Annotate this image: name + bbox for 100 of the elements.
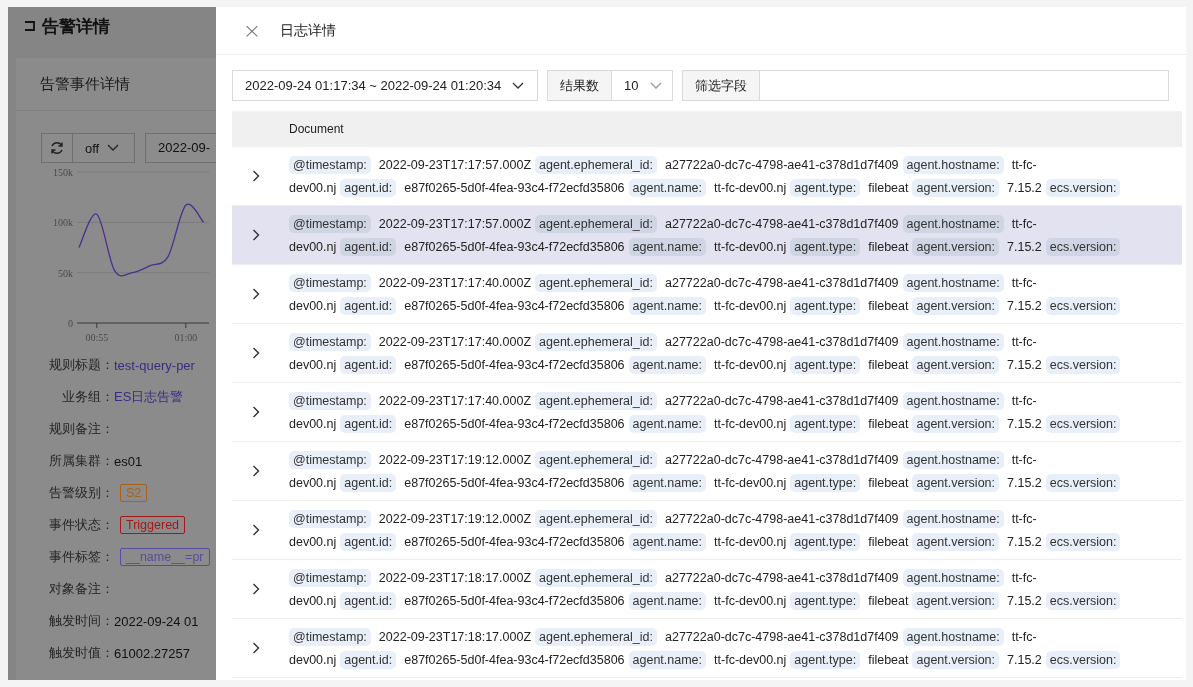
field-value: tt-fc- bbox=[1011, 275, 1037, 290]
field-key: agent.version: bbox=[912, 591, 999, 610]
detail-label: 告警级别： bbox=[48, 484, 114, 502]
result-count-label: 结果数 bbox=[547, 70, 612, 101]
field-key: agent.type: bbox=[790, 237, 861, 256]
field-key: ecs.version: bbox=[1045, 650, 1121, 669]
detail-label: 事件标签： bbox=[48, 548, 114, 566]
expand-icon[interactable] bbox=[252, 229, 260, 241]
field-key: ecs.version: bbox=[1045, 237, 1121, 256]
field-key: agent.version: bbox=[912, 237, 999, 256]
field-key: agent.name: bbox=[628, 532, 707, 551]
field-value: filebeat bbox=[868, 652, 909, 667]
expand-icon[interactable] bbox=[252, 406, 260, 418]
detail-label: 所属集群： bbox=[48, 452, 114, 470]
field-key: agent.hostname: bbox=[902, 450, 1004, 469]
detail-link[interactable]: ES日志告警 bbox=[114, 388, 184, 406]
date-field[interactable]: 2022-09- bbox=[145, 133, 216, 163]
field-key: @timestamp: bbox=[289, 391, 371, 410]
refresh-select[interactable]: off bbox=[73, 133, 135, 163]
axis-label: 50k bbox=[58, 267, 73, 279]
field-key: agent.name: bbox=[628, 591, 707, 610]
field-key: agent.hostname: bbox=[902, 155, 1004, 174]
field-key: agent.id: bbox=[340, 591, 397, 610]
field-key: agent.ephemeral_id: bbox=[535, 568, 657, 587]
field-value: tt-fc- bbox=[1011, 393, 1037, 408]
detail-link[interactable]: test-query-per bbox=[114, 357, 195, 373]
field-value: tt-fc-dev00.nj bbox=[714, 416, 787, 431]
field-value: tt-fc-dev00.nj bbox=[714, 298, 787, 313]
field-key: agent.hostname: bbox=[902, 568, 1004, 587]
time-range-field[interactable]: 2022-09-24 01:17:34 ~ 2022-09-24 01:20:34 bbox=[232, 70, 538, 101]
field-key: agent.type: bbox=[790, 650, 861, 669]
field-key: agent.version: bbox=[912, 178, 999, 197]
field-key: ecs.version: bbox=[1045, 355, 1121, 374]
axis-label: 100k bbox=[53, 217, 73, 229]
expand-icon[interactable] bbox=[252, 170, 260, 182]
expand-icon[interactable] bbox=[252, 288, 260, 300]
field-key: agent.version: bbox=[912, 473, 999, 492]
field-value: tt-fc-dev00.nj bbox=[714, 239, 787, 254]
field-value: dev00.nj bbox=[289, 239, 337, 254]
field-value: e87f0265-5d0f-4fea-93c4-f72ecfd35806 bbox=[404, 652, 625, 667]
back-icon[interactable] bbox=[24, 20, 36, 32]
field-key: agent.ephemeral_id: bbox=[535, 627, 657, 646]
field-value: tt-fc-dev00.nj bbox=[714, 357, 787, 372]
axis-label: 01:00 bbox=[174, 332, 198, 343]
detail-label: 业务组： bbox=[61, 388, 114, 406]
field-key: agent.hostname: bbox=[902, 273, 1004, 292]
field-value: tt-fc- bbox=[1011, 511, 1037, 526]
field-value: filebeat bbox=[868, 180, 909, 195]
result-count-select[interactable]: 10 bbox=[612, 70, 673, 101]
filter-field-input[interactable] bbox=[760, 70, 1169, 101]
field-key: agent.type: bbox=[790, 355, 861, 374]
detail-label: 事件状态： bbox=[48, 516, 114, 534]
field-value: a27722a0-dc7c-4798-ae41-c378d1d7f409 bbox=[665, 275, 899, 290]
expand-icon[interactable] bbox=[252, 524, 260, 536]
field-key: agent.type: bbox=[790, 591, 861, 610]
refresh-button[interactable] bbox=[41, 133, 73, 163]
field-key: agent.ephemeral_id: bbox=[535, 214, 657, 233]
field-value: a27722a0-dc7c-4798-ae41-c378d1d7f409 bbox=[665, 157, 899, 172]
field-key: ecs.version: bbox=[1045, 591, 1121, 610]
detail-label: 对象备注： bbox=[48, 580, 114, 598]
field-key: agent.ephemeral_id: bbox=[535, 509, 657, 528]
expand-icon[interactable] bbox=[252, 465, 260, 477]
table-row[interactable] bbox=[232, 206, 1182, 265]
field-value: e87f0265-5d0f-4fea-93c4-f72ecfd35806 bbox=[404, 298, 625, 313]
detail-label: 规则标题： bbox=[48, 356, 114, 374]
field-key: ecs.version: bbox=[1045, 296, 1121, 315]
field-key: agent.name: bbox=[628, 355, 707, 374]
field-key: agent.id: bbox=[340, 178, 397, 197]
field-value: 7.15.2 bbox=[1007, 534, 1042, 549]
field-value: 7.15.2 bbox=[1007, 416, 1042, 431]
field-key: agent.type: bbox=[790, 178, 861, 197]
close-button[interactable]: × bbox=[242, 18, 262, 43]
field-key: agent.id: bbox=[340, 237, 397, 256]
field-value: a27722a0-dc7c-4798-ae41-c378d1d7f409 bbox=[665, 393, 899, 408]
field-value: 2022-09-23T17:18:17.000Z bbox=[378, 570, 532, 585]
detail-label: 触发时间： bbox=[48, 612, 114, 630]
field-value: 7.15.2 bbox=[1007, 357, 1042, 372]
field-value: 2022-09-23T17:17:40.000Z bbox=[378, 275, 532, 290]
expand-icon[interactable] bbox=[252, 583, 260, 595]
field-value: 2022-09-23T17:17:40.000Z bbox=[378, 393, 532, 408]
field-value: a27722a0-dc7c-4798-ae41-c378d1d7f409 bbox=[665, 629, 899, 644]
field-value: tt-fc- bbox=[1011, 629, 1037, 644]
field-key: agent.hostname: bbox=[902, 627, 1004, 646]
field-key: agent.name: bbox=[628, 650, 707, 669]
field-value: 7.15.2 bbox=[1007, 180, 1042, 195]
field-value: filebeat bbox=[868, 593, 909, 608]
field-key: ecs.version: bbox=[1045, 473, 1121, 492]
field-value: 2022-09-23T17:17:57.000Z bbox=[378, 216, 532, 231]
field-key: ecs.version: bbox=[1045, 178, 1121, 197]
field-value: filebeat bbox=[868, 239, 909, 254]
field-key: @timestamp: bbox=[289, 155, 371, 174]
expand-icon[interactable] bbox=[252, 347, 260, 359]
filter-field-label: 筛选字段 bbox=[682, 70, 760, 101]
field-key: @timestamp: bbox=[289, 273, 371, 292]
field-key: agent.id: bbox=[340, 473, 397, 492]
field-key: agent.name: bbox=[628, 178, 707, 197]
field-value: e87f0265-5d0f-4fea-93c4-f72ecfd35806 bbox=[404, 239, 625, 254]
expand-icon[interactable] bbox=[252, 642, 260, 654]
detail-value: 61002.27257 bbox=[114, 645, 190, 661]
field-key: @timestamp: bbox=[289, 332, 371, 351]
